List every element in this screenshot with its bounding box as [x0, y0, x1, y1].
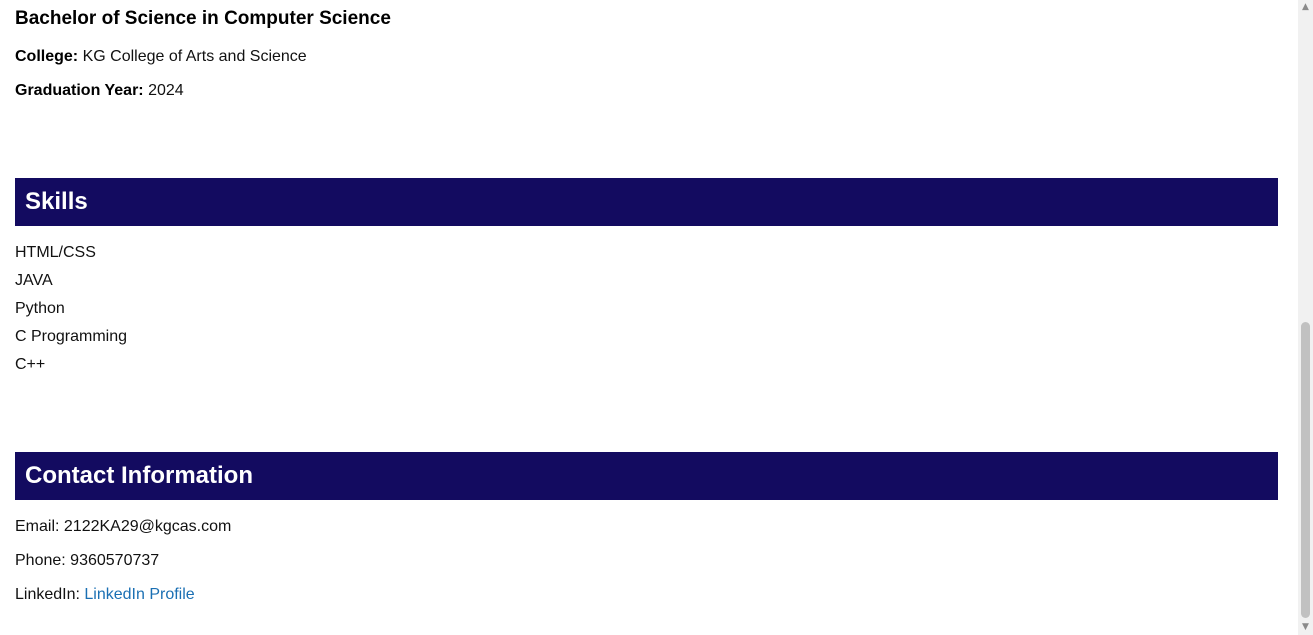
phone-value: 9360570737 [70, 552, 160, 569]
scrollbar-thumb[interactable] [1301, 322, 1310, 618]
chevron-up-icon[interactable]: ▲ [1298, 0, 1313, 15]
phone-label: Phone: [15, 552, 66, 569]
college-label: College: [15, 48, 79, 65]
linkedin-line: LinkedIn: LinkedIn Profile [15, 586, 195, 604]
skill-item: C++ [15, 356, 46, 373]
degree-title: Bachelor of Science in Computer Science [15, 8, 391, 29]
linkedin-label: LinkedIn: [15, 586, 80, 603]
skills-header: Skills [15, 178, 1278, 226]
skill-item: HTML/CSS [15, 244, 96, 261]
chevron-down-icon[interactable]: ▼ [1298, 620, 1313, 635]
graduation-value: 2024 [148, 82, 184, 99]
linkedin-profile-link[interactable]: LinkedIn Profile [84, 586, 194, 603]
email-value: 2122KA29@kgcas.com [63, 518, 232, 535]
contact-header: Contact Information [15, 452, 1278, 500]
skill-item: C Programming [15, 328, 128, 345]
skill-item: Python [15, 300, 65, 317]
college-line: College: KG College of Arts and Science [15, 48, 307, 66]
phone-line: Phone: 9360570737 [15, 552, 159, 570]
college-value: KG College of Arts and Science [82, 48, 307, 65]
skill-item: JAVA [15, 272, 53, 289]
vertical-scrollbar[interactable]: ▲ ▼ [1298, 0, 1313, 635]
email-label: Email: [15, 518, 60, 535]
graduation-line: Graduation Year: 2024 [15, 82, 184, 100]
resume-page: Bachelor of Science in Computer Science … [0, 0, 1313, 635]
graduation-label: Graduation Year: [15, 82, 144, 99]
email-line: Email: 2122KA29@kgcas.com [15, 518, 231, 536]
